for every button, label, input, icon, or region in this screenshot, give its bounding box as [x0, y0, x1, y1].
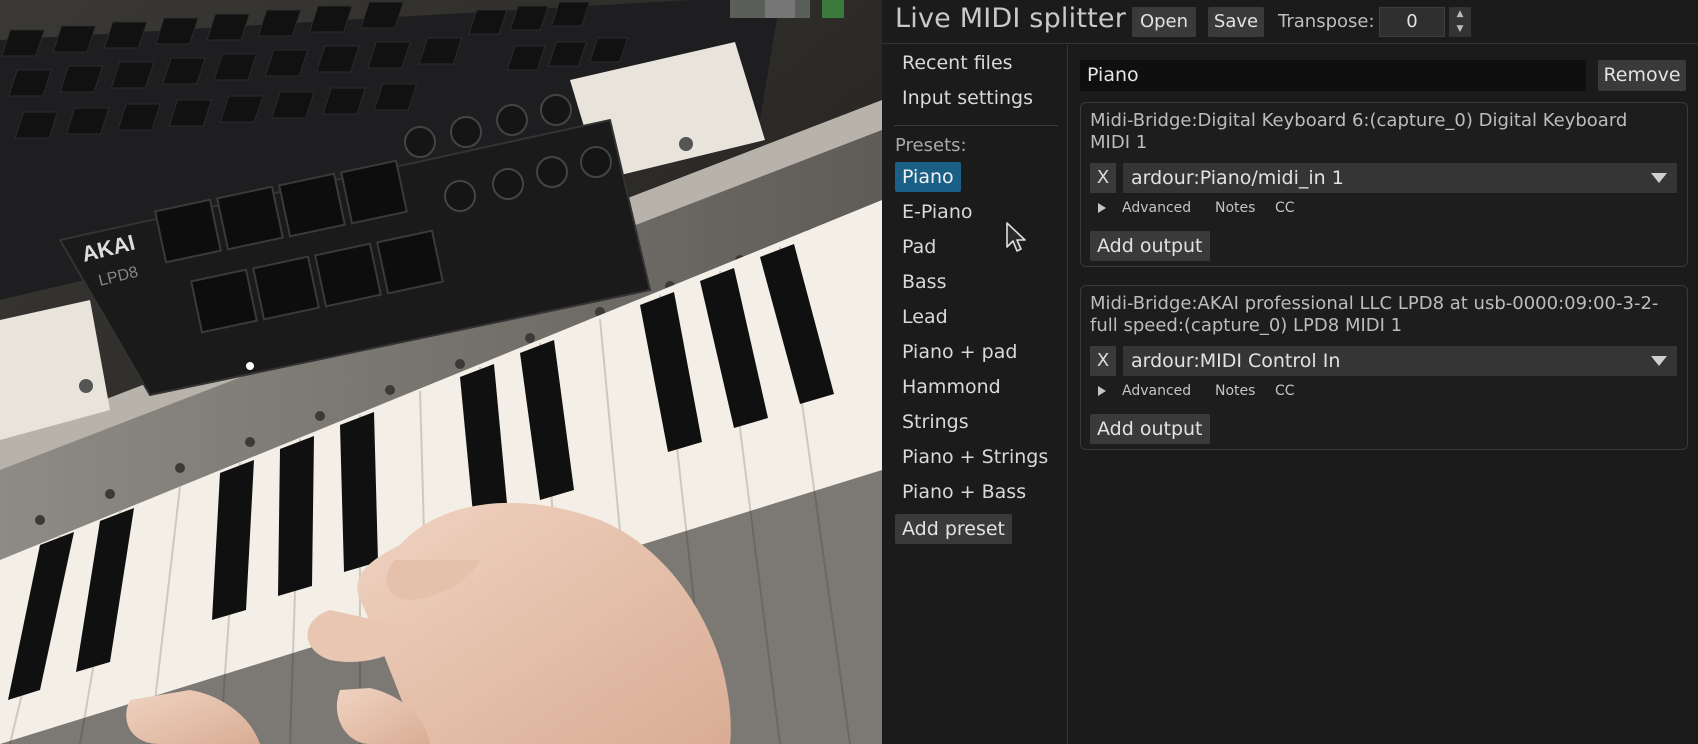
preset-item-piano-pad[interactable]: Piano + pad: [895, 337, 1024, 367]
output-select[interactable]: ardour:MIDI Control In: [1123, 346, 1677, 376]
preset-item-piano[interactable]: Piano: [895, 162, 961, 192]
chevron-down-icon: [1651, 356, 1667, 366]
remove-output-button[interactable]: X: [1090, 163, 1116, 193]
cc-option[interactable]: CC: [1275, 383, 1295, 399]
keyboard-photo-illustration: AKAI LPD8: [0, 0, 882, 744]
recent-files-link[interactable]: Recent files: [902, 52, 1013, 74]
output-select-value: ardour:Piano/midi_in 1: [1131, 167, 1344, 189]
camera-photo: AKAI LPD8: [0, 0, 882, 744]
cc-option[interactable]: CC: [1275, 200, 1295, 216]
triangle-right-icon[interactable]: [1098, 386, 1106, 396]
preset-item-piano-strings[interactable]: Piano + Strings: [895, 442, 1055, 472]
remove-output-button[interactable]: X: [1090, 346, 1116, 376]
preset-editor: Piano Remove Midi-Bridge:Digital Keyboar…: [1068, 45, 1698, 744]
notes-option[interactable]: Notes: [1215, 383, 1255, 399]
notes-option[interactable]: Notes: [1215, 200, 1255, 216]
transpose-label: Transpose:: [1278, 11, 1375, 32]
presets-label: Presets:: [895, 135, 967, 156]
advanced-toggle[interactable]: Advanced: [1122, 200, 1191, 216]
app-title: Live MIDI splitter: [895, 3, 1127, 34]
preset-item-strings[interactable]: Strings: [895, 407, 976, 437]
preset-item-bass[interactable]: Bass: [895, 267, 953, 297]
input-card: Midi-Bridge:AKAI professional LLC LPD8 a…: [1080, 285, 1688, 450]
sidebar-divider: [894, 125, 1058, 126]
advanced-toggle[interactable]: Advanced: [1122, 383, 1191, 399]
input-device-name: Midi-Bridge:Digital Keyboard 6:(capture_…: [1090, 110, 1628, 153]
preset-item-hammond[interactable]: Hammond: [895, 372, 1008, 402]
transpose-stepper[interactable]: ▲ ▼: [1449, 7, 1471, 37]
preset-name-input[interactable]: Piano: [1080, 60, 1586, 91]
mouse-pointer-icon: [1006, 222, 1026, 252]
output-select-value: ardour:MIDI Control In: [1131, 350, 1341, 372]
input-device-name: Midi-Bridge:AKAI professional LLC LPD8 a…: [1090, 293, 1659, 336]
add-preset-button[interactable]: Add preset: [895, 514, 1013, 544]
chevron-down-icon: [1651, 173, 1667, 183]
open-button[interactable]: Open: [1132, 7, 1196, 37]
remove-preset-button[interactable]: Remove: [1598, 60, 1686, 91]
transpose-input[interactable]: 0: [1379, 7, 1445, 37]
top-toolbar: Live MIDI splitter Open Save Transpose: …: [882, 0, 1698, 44]
save-button[interactable]: Save: [1208, 7, 1264, 37]
preset-item-lead[interactable]: Lead: [895, 302, 955, 332]
preset-item-e-piano[interactable]: E-Piano: [895, 197, 980, 227]
add-output-button[interactable]: Add output: [1090, 231, 1210, 261]
app-window: Live MIDI splitter Open Save Transpose: …: [882, 0, 1698, 744]
triangle-right-icon[interactable]: [1098, 203, 1106, 213]
preset-item-piano-bass[interactable]: Piano + Bass: [895, 477, 1033, 507]
input-card: Midi-Bridge:Digital Keyboard 6:(capture_…: [1080, 102, 1688, 267]
sidebar: Recent files Input settings Presets: Pia…: [882, 45, 1068, 744]
stepper-down-icon[interactable]: ▼: [1449, 22, 1471, 37]
output-select[interactable]: ardour:Piano/midi_in 1: [1123, 163, 1677, 193]
stepper-up-icon[interactable]: ▲: [1449, 7, 1471, 22]
input-settings-link[interactable]: Input settings: [902, 87, 1033, 109]
add-output-button[interactable]: Add output: [1090, 414, 1210, 444]
preset-item-pad[interactable]: Pad: [895, 232, 943, 262]
